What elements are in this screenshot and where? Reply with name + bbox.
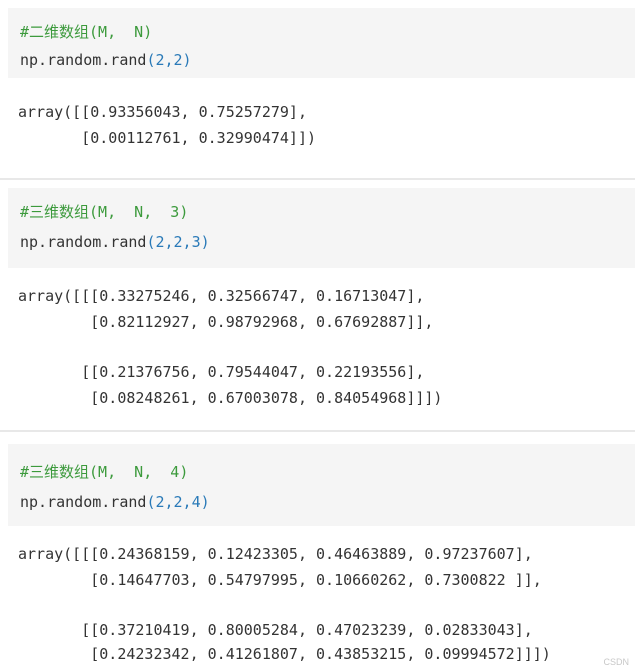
watermark: CSDN	[603, 657, 629, 667]
cell-separator	[0, 178, 635, 180]
output-line: array([[[0.24368159, 0.12423305, 0.46463…	[18, 545, 533, 563]
output-line: array([[0.93356043, 0.75257279],	[18, 103, 307, 121]
cell-3-comment: #三维数组(M, N, 4)	[20, 463, 189, 481]
output-line: array([[[0.33275246, 0.32566747, 0.16713…	[18, 287, 425, 305]
cell-2-code: np.random.rand(2,2,3)	[20, 232, 210, 252]
cell-1-input[interactable]: #二维数组(M, N) np.random.rand(2,2)	[8, 8, 635, 78]
output-line: [0.82112927, 0.98792968, 0.67692887]],	[18, 313, 434, 331]
cell-3-code-args: (2,2,4)	[146, 493, 210, 511]
output-line: [[0.21376756, 0.79544047, 0.22193556],	[18, 363, 425, 381]
cell-1-code-args: (2,2)	[146, 51, 192, 69]
output-line: [0.24232342, 0.41261807, 0.43853215, 0.0…	[18, 645, 551, 663]
cell-2-output: array([[[0.33275246, 0.32566747, 0.16713…	[8, 278, 635, 428]
cell-3-input[interactable]: #三维数组(M, N, 4) np.random.rand(2,2,4)	[8, 444, 635, 526]
output-line: [[0.37210419, 0.80005284, 0.47023239, 0.…	[18, 621, 533, 639]
cell-3-code-func: np.random.rand	[20, 493, 147, 511]
cell-2-code-func: np.random.rand	[20, 233, 147, 251]
output-line: [0.14647703, 0.54797995, 0.10660262, 0.7…	[18, 571, 542, 589]
output-line: [0.00112761, 0.32990474]])	[18, 129, 317, 147]
cell-3-output: array([[[0.24368159, 0.12423305, 0.46463…	[8, 536, 635, 669]
cell-2-input[interactable]: #三维数组(M, N, 3) np.random.rand(2,2,3)	[8, 188, 635, 268]
cell-1-output: array([[0.93356043, 0.75257279], [0.0011…	[8, 92, 635, 170]
cell-1-code: np.random.rand(2,2)	[20, 50, 192, 70]
output-line: [0.08248261, 0.67003078, 0.84054968]]])	[18, 389, 443, 407]
cell-separator	[0, 430, 635, 432]
cell-1-code-func: np.random.rand	[20, 51, 147, 69]
cell-3-code: np.random.rand(2,2,4)	[20, 492, 210, 512]
cell-1-comment: #二维数组(M, N)	[20, 23, 153, 41]
cell-2-comment: #三维数组(M, N, 3)	[20, 203, 189, 221]
cell-2-code-args: (2,2,3)	[146, 233, 210, 251]
